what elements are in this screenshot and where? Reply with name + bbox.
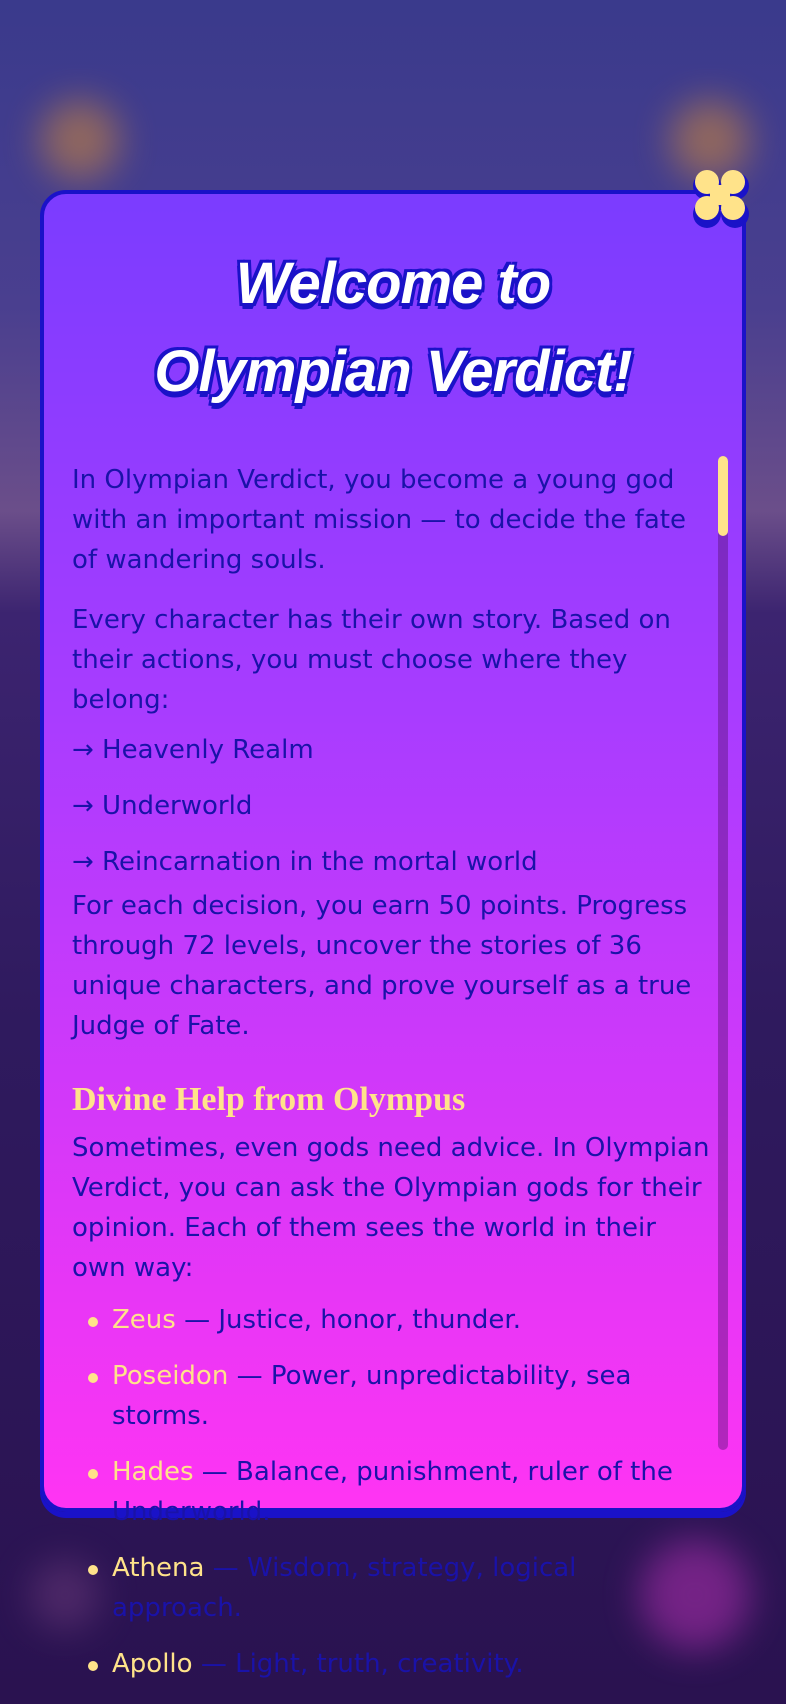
god-name: Apollo [112,1649,193,1679]
intro-paragraph: In Olympian Verdict, you become a young … [72,465,686,575]
god-name: Hades [112,1457,194,1487]
god-description: — Balance, punishment, ruler of the Unde… [112,1457,673,1527]
section-paragraph: Sometimes, even gods need advice. In Oly… [72,1133,710,1283]
intro-paragraph: For each decision, you earn 50 points. P… [72,891,692,1041]
god-name: Zeus [112,1305,176,1335]
section-heading: Divine Help from Olympus [72,1081,466,1118]
god-description: — Light, truth, creativity. [192,1649,524,1679]
list-item: Poseidon — Power, unpredictability, sea … [88,1356,712,1436]
scrollbar-thumb[interactable] [718,456,728,536]
choice-item: → Heavenly Realm [72,735,314,765]
intro-paragraph: Every character has their own story. Bas… [72,605,671,715]
gods-list: Zeus — Justice, honor, thunder. Poseidon… [72,1300,712,1684]
modal-content[interactable]: In Olympian Verdict, you become a young … [72,460,712,1700]
close-icon [693,170,749,228]
god-name: Poseidon [112,1361,229,1391]
choice-item: → Reincarnation in the mortal world [72,847,538,877]
choice-item: → Underworld [72,791,253,821]
god-description: — Justice, honor, thunder. [175,1305,521,1335]
god-name: Athena [112,1553,205,1583]
background-light [40,100,120,180]
modal-title: Welcome to Olympian Verdict! [40,240,746,416]
title-line-1: Welcome to [235,251,551,316]
scrollbar-track[interactable] [718,456,728,1450]
title-line-2: Olympian Verdict! [154,339,632,404]
list-item: Zeus — Justice, honor, thunder. [88,1300,712,1340]
list-item: Hades — Balance, punishment, ruler of th… [88,1452,712,1532]
list-item: Athena — Wisdom, strategy, logical appro… [88,1548,712,1628]
close-button[interactable] [684,160,758,234]
list-item: Apollo — Light, truth, creativity. [88,1644,712,1684]
